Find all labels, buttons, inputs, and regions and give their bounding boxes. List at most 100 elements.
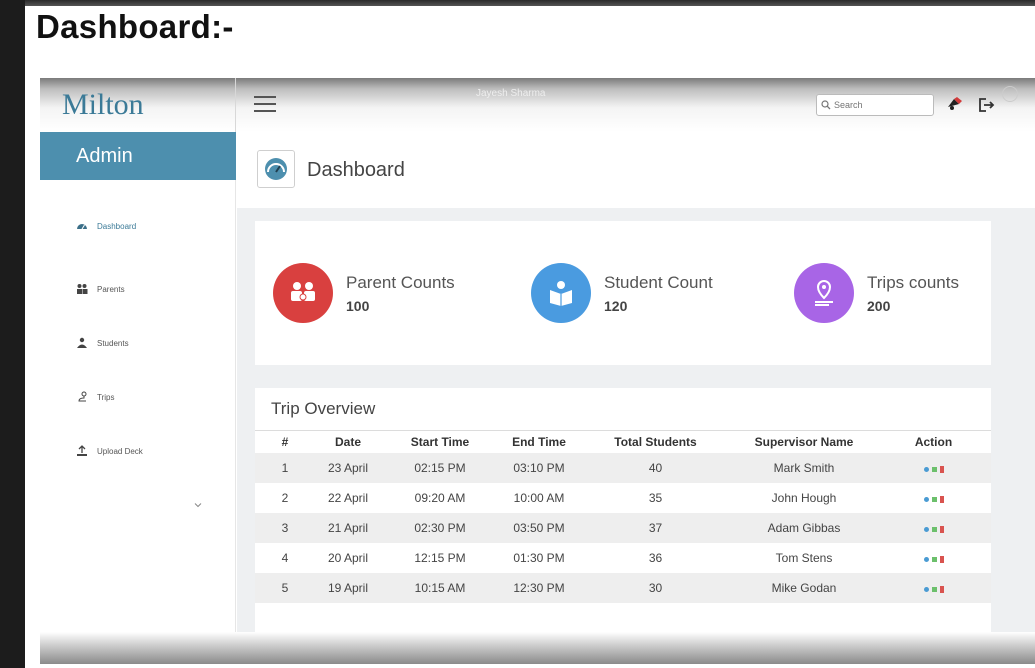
brand-logo-text: Milton — [62, 88, 144, 121]
view-icon[interactable] — [923, 526, 929, 532]
sidebar-item-parents[interactable]: Parents — [76, 283, 125, 295]
column-header: Date — [315, 430, 381, 453]
sidebar-item-dashboard[interactable]: Dashboard — [76, 220, 136, 232]
sidebar-item-upload-deck[interactable]: Upload Deck — [76, 445, 143, 457]
student-icon — [77, 337, 87, 348]
edit-icon[interactable] — [931, 586, 937, 592]
stat-label: Trips counts — [867, 272, 959, 292]
sidebar-item-students[interactable]: Students — [76, 337, 129, 349]
top-bar: Milton Jayesh Sharma — [40, 78, 1035, 132]
stats-card: Parent Counts 100 Student Count 120 Trip… — [255, 221, 991, 365]
table-cell: 21 April — [315, 512, 381, 543]
table-cell-actions — [876, 512, 991, 543]
view-icon[interactable] — [923, 586, 929, 592]
delete-icon[interactable] — [939, 465, 944, 473]
table-cell: Mike Godan — [732, 572, 876, 603]
table-cell: Mark Smith — [732, 452, 876, 483]
speedometer-icon — [77, 224, 87, 230]
people-icon — [77, 284, 88, 294]
search-box[interactable] — [816, 94, 934, 116]
edit-icon[interactable] — [931, 556, 937, 562]
reading-student-icon — [531, 263, 591, 323]
stat-value: 200 — [867, 297, 891, 314]
delete-icon[interactable] — [939, 495, 944, 503]
table-cell: 20 April — [315, 542, 381, 573]
stat-trips-counts: Trips counts 200 — [794, 263, 959, 323]
table-row: 1 23 April 02:15 PM 03:10 PM 40 Mark Smi… — [255, 452, 991, 483]
sidebar-item-label: Students — [97, 338, 129, 348]
delete-icon[interactable] — [939, 525, 944, 533]
table-cell: 2 — [255, 482, 315, 513]
table-cell: 12:15 PM — [381, 542, 499, 573]
logout-icon[interactable] — [976, 95, 996, 115]
delete-icon[interactable] — [939, 585, 944, 593]
table-cell: John Hough — [732, 482, 876, 513]
stat-label: Student Count — [604, 272, 713, 292]
bottom-bar — [40, 632, 1035, 664]
table-row: 2 22 April 09:20 AM 10:00 AM 35 John Hou… — [255, 482, 991, 513]
table-cell: 1 — [255, 452, 315, 483]
search-input[interactable] — [834, 100, 930, 110]
view-icon[interactable] — [923, 466, 929, 472]
user-name: Jayesh Sharma — [476, 88, 546, 99]
stat-student-count: Student Count 120 — [531, 263, 713, 323]
sidebar-item-label: Parents — [97, 284, 125, 294]
table-cell: 23 April — [315, 452, 381, 483]
parents-icon — [273, 263, 333, 323]
sidebar-item-label: Dashboard — [97, 221, 137, 231]
chevron-down-icon[interactable] — [194, 501, 202, 509]
trip-table: # Date Start Time End Time Total Student… — [255, 430, 991, 603]
trip-overview-title: Trip Overview — [271, 399, 376, 418]
sidebar-item-trips[interactable]: Trips — [76, 391, 114, 403]
table-cell: 09:20 AM — [381, 482, 499, 513]
page-header: Dashboard — [237, 132, 1035, 208]
table-header-row: # Date Start Time End Time Total Student… — [255, 430, 991, 453]
delete-icon[interactable] — [939, 555, 944, 563]
edit-icon[interactable] — [931, 496, 937, 502]
page-title: Dashboard — [307, 159, 405, 181]
search-icon — [821, 100, 831, 110]
brand-area: Milton — [40, 78, 236, 132]
table-cell: 35 — [579, 482, 732, 513]
table-cell: 19 April — [315, 572, 381, 603]
avatar[interactable] — [1002, 86, 1018, 102]
view-icon[interactable] — [923, 496, 929, 502]
app-window: Milton Jayesh Sharma Search Admin Dashbo… — [40, 78, 1035, 664]
bell-icon[interactable] — [945, 95, 965, 115]
stat-parent-counts: Parent Counts 100 — [273, 263, 455, 323]
map-pin-route-icon — [794, 263, 854, 323]
table-row: 4 20 April 12:15 PM 01:30 PM 36 Tom Sten… — [255, 542, 991, 573]
column-header: # — [255, 430, 315, 453]
table-cell: 12:30 PM — [499, 572, 579, 603]
trip-overview-card: Trip Overview # Date Start Time End Time… — [255, 388, 991, 632]
table-cell: 5 — [255, 572, 315, 603]
table-cell: 02:30 PM — [381, 512, 499, 543]
route-icon — [78, 391, 87, 402]
speedometer-icon — [257, 150, 295, 188]
table-cell-actions — [876, 482, 991, 513]
table-row: 5 19 April 10:15 AM 12:30 PM 30 Mike God… — [255, 572, 991, 603]
sidebar-item-label: Upload Deck — [97, 446, 143, 456]
table-cell: 37 — [579, 512, 732, 543]
column-header: Total Students — [579, 430, 732, 453]
table-cell: Tom Stens — [732, 542, 876, 573]
view-icon[interactable] — [923, 556, 929, 562]
table-cell: 02:15 PM — [381, 452, 499, 483]
main-content: Dashboard Parent Counts 100 Student Coun… — [237, 132, 1035, 664]
table-cell-actions — [876, 452, 991, 483]
table-cell: 3 — [255, 512, 315, 543]
stat-value: 100 — [346, 297, 370, 314]
sidebar: Admin Dashboard Parents Students Trips U… — [40, 132, 236, 664]
table-cell: 10:15 AM — [381, 572, 499, 603]
sidebar-role-label: Admin — [76, 145, 133, 167]
column-header: Action — [876, 430, 991, 453]
menu-icon[interactable] — [254, 96, 276, 112]
stat-value: 120 — [604, 297, 628, 314]
edit-icon[interactable] — [931, 526, 937, 532]
stat-label: Parent Counts — [346, 272, 455, 292]
document-heading: Dashboard:- — [36, 8, 234, 45]
edit-icon[interactable] — [931, 466, 937, 472]
table-cell: 01:30 PM — [499, 542, 579, 573]
table-cell-actions — [876, 572, 991, 603]
table-cell: 10:00 AM — [499, 482, 579, 513]
